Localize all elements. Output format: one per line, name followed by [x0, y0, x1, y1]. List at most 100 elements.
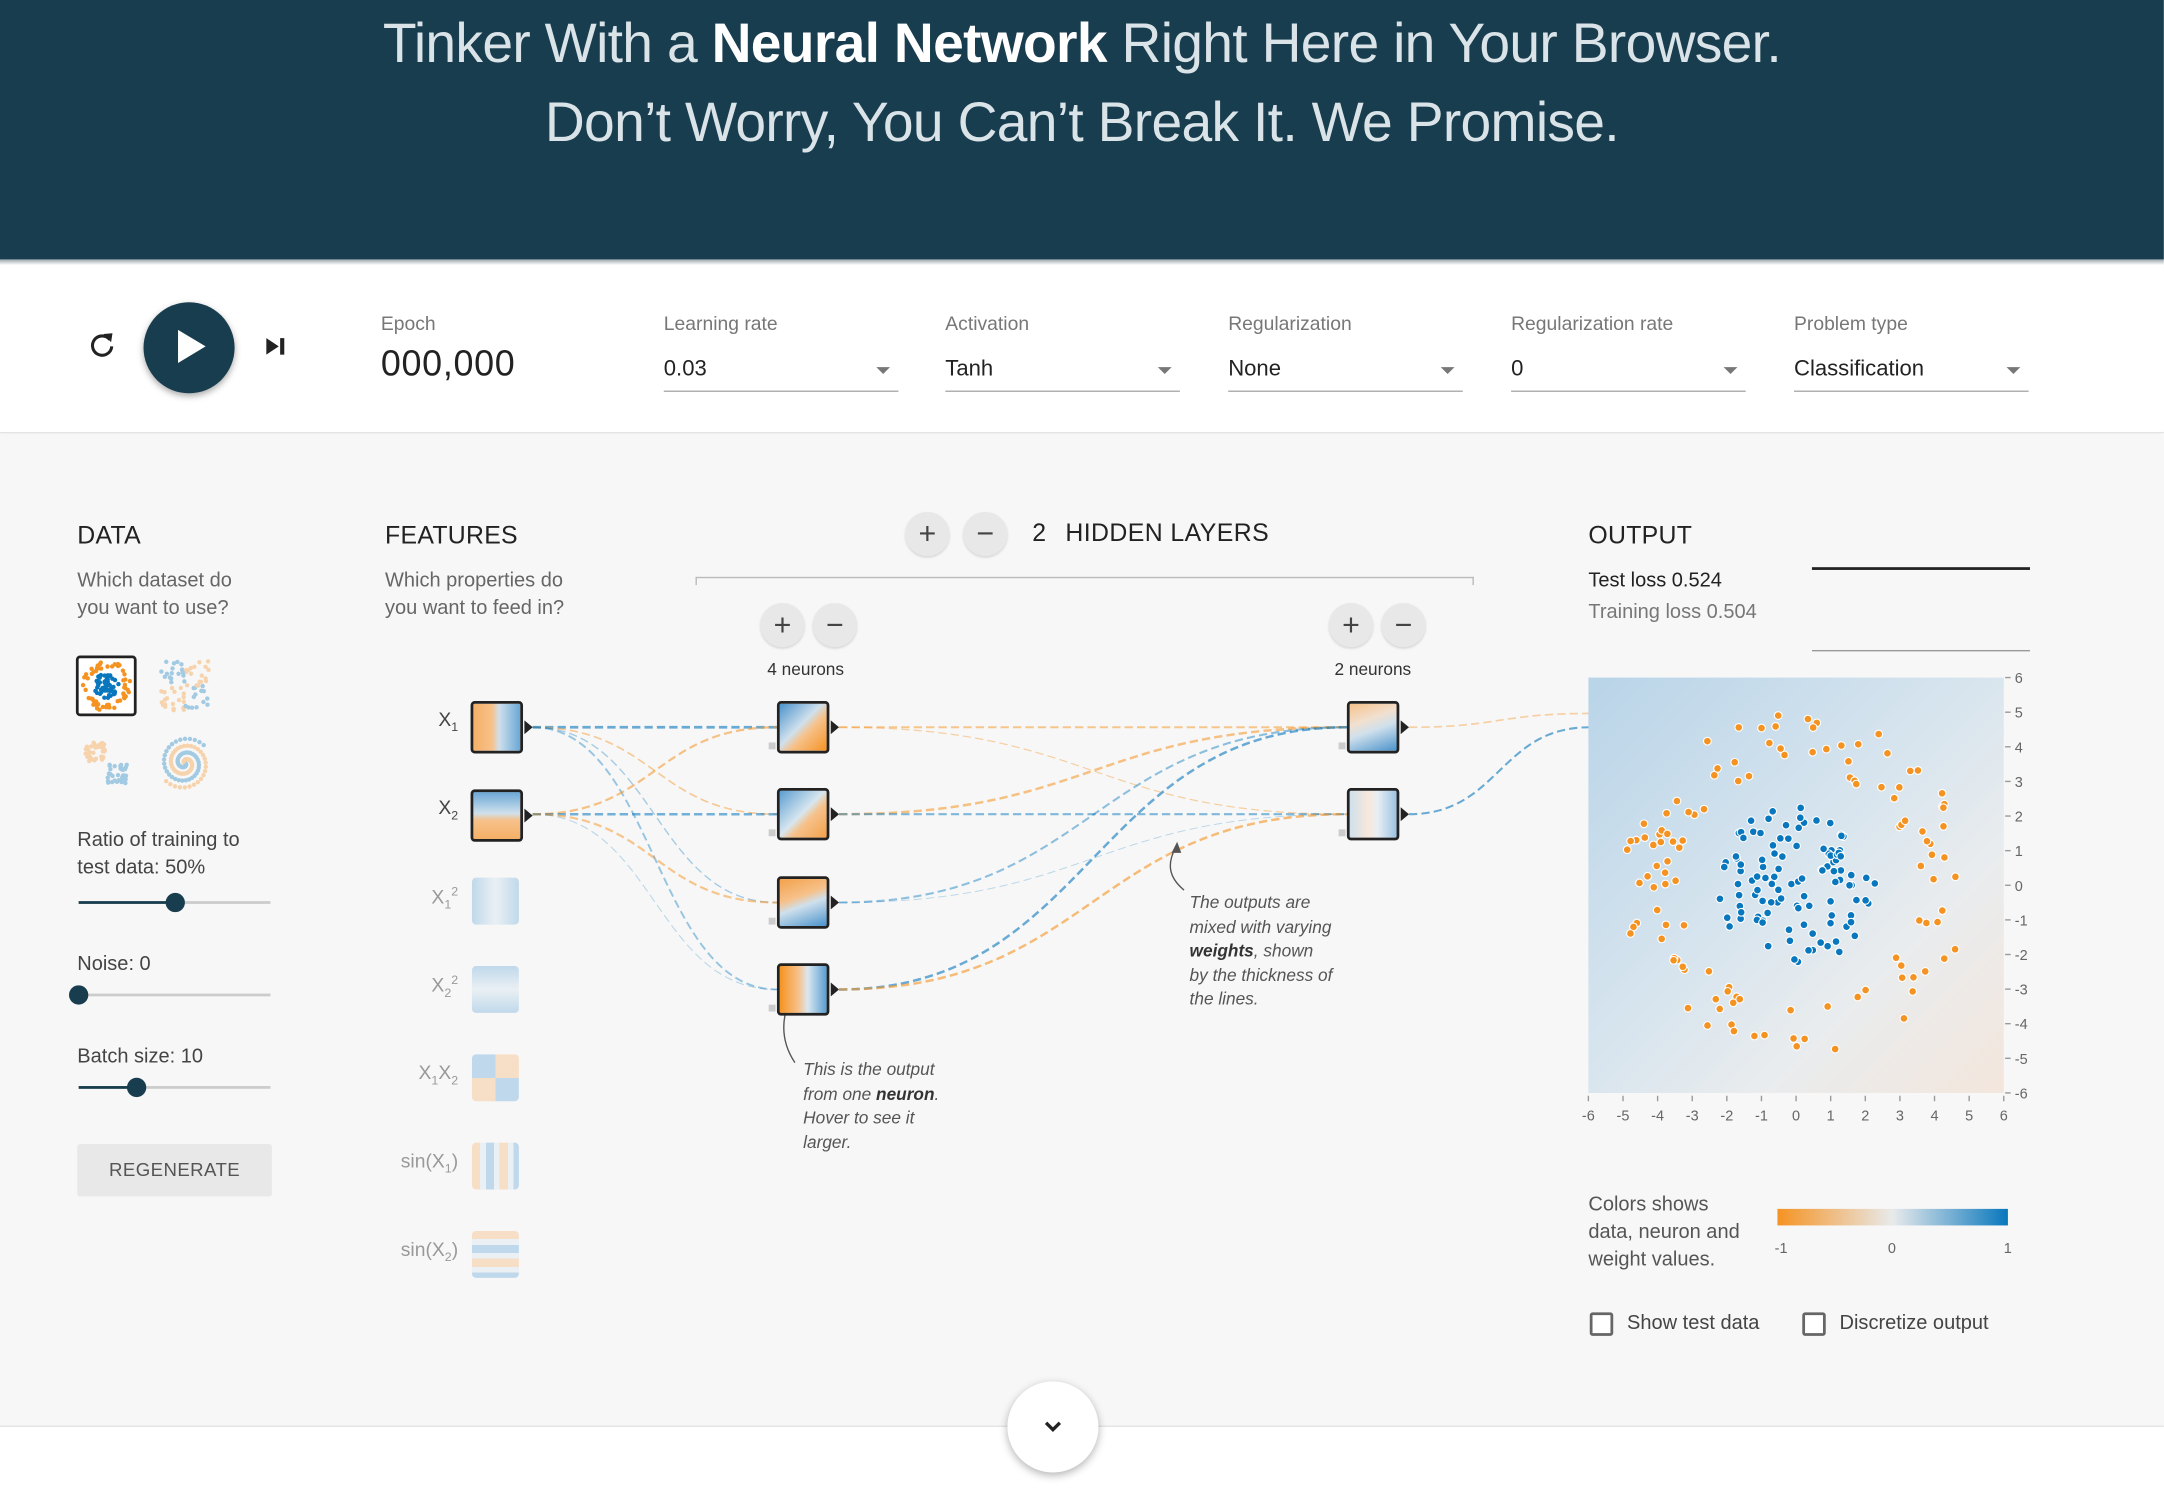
hidden-neuron-l2-1[interactable]	[1346, 701, 1400, 754]
data-point-blue	[1739, 833, 1748, 843]
neuron-bias-marker	[1338, 742, 1346, 750]
data-point-orange	[1662, 808, 1671, 818]
learning-rate-select[interactable]: 0.03	[663, 351, 899, 392]
data-point-blue	[1845, 880, 1854, 890]
step-forward-icon[interactable]	[264, 335, 289, 357]
data-point-blue	[1846, 917, 1856, 927]
data-point-blue	[1758, 862, 1768, 872]
data-point-orange	[1704, 966, 1714, 976]
feature-node-x2sq[interactable]	[471, 966, 519, 1013]
weight-link[interactable]	[532, 813, 777, 991]
data-point-blue	[1736, 907, 1746, 917]
hidden-neuron-l1-3[interactable]	[776, 876, 830, 929]
data-point-blue	[1715, 894, 1725, 904]
data-point-blue	[1731, 852, 1741, 861]
data-point-orange	[1937, 906, 1947, 915]
data-point-orange	[1908, 987, 1918, 996]
data-point-blue	[1826, 918, 1835, 928]
output-link[interactable]	[1408, 726, 1590, 816]
data-point-orange	[1773, 711, 1783, 720]
data-point-orange	[1951, 872, 1960, 882]
data-point-blue	[1761, 873, 1770, 883]
weights-note: The outputs are mixed with varying weigh…	[1189, 892, 1333, 1009]
weight-link[interactable]	[532, 726, 777, 904]
data-point-blue	[1817, 866, 1827, 875]
feature-node-sin1[interactable]	[471, 1142, 519, 1190]
data-point-orange	[1929, 874, 1938, 884]
hidden-neuron-l1-4[interactable]	[776, 963, 830, 1016]
data-point-orange	[1821, 744, 1831, 754]
color-scale-max: 1	[2003, 1240, 2012, 1258]
discretize-output-label[interactable]: Discretize output	[1840, 1312, 1989, 1334]
data-point-blue	[1775, 833, 1785, 843]
data-point-orange	[1853, 992, 1863, 1002]
data-point-orange	[1900, 816, 1910, 826]
data-point-orange	[1652, 905, 1662, 915]
regularization-rate-select[interactable]: 0	[1511, 351, 1746, 392]
annotation-arrowhead	[1171, 841, 1182, 853]
regularization-label: Regularization	[1228, 311, 1352, 334]
neuron-output-arrow	[830, 807, 840, 822]
problem-type-select[interactable]: Classification	[1794, 351, 2029, 392]
data-point-orange	[1683, 1003, 1693, 1013]
data-point-blue	[1736, 860, 1746, 870]
show-test-data-checkbox[interactable]	[1589, 1312, 1614, 1336]
y-tick-label: 6	[2015, 671, 2023, 687]
data-point-orange	[1660, 868, 1670, 878]
data-point-orange	[1663, 856, 1672, 866]
data-point-orange	[1803, 714, 1813, 724]
y-tick-label: -3	[2015, 983, 2028, 999]
hero-title-line1: Tinker With a Neural Network Right Here …	[382, 13, 1782, 75]
data-point-blue	[1785, 936, 1795, 946]
feature-node-x1[interactable]	[470, 701, 524, 754]
data-point-orange	[1635, 878, 1644, 888]
show-test-data-label[interactable]: Show test data	[1627, 1312, 1759, 1334]
regularization-select[interactable]: None	[1228, 351, 1463, 392]
feature-node-x1sq[interactable]	[471, 877, 519, 925]
epoch-value: 000,000	[380, 342, 516, 384]
data-point-blue	[1777, 852, 1787, 862]
feature-node-x1x2[interactable]	[471, 1054, 519, 1102]
scroll-down-button[interactable]	[1007, 1381, 1099, 1473]
data-point-blue	[1829, 866, 1839, 876]
loss-chart-test-line	[1811, 567, 2030, 570]
data-point-orange	[1678, 962, 1688, 972]
weight-link[interactable]	[839, 726, 1347, 816]
reset-icon[interactable]	[86, 328, 119, 361]
feature-node-x2[interactable]	[470, 789, 524, 842]
data-point-orange	[1883, 748, 1892, 758]
weight-link[interactable]	[532, 726, 777, 991]
feature-label-x1: X1	[438, 707, 459, 734]
y-tick-label: -5	[2015, 1052, 2028, 1068]
feature-node-arrow	[524, 720, 533, 735]
data-point-orange	[1836, 741, 1846, 750]
neuron-bias-marker	[768, 742, 776, 750]
feature-node-sin2[interactable]	[471, 1230, 519, 1278]
weight-link[interactable]	[839, 813, 1347, 904]
weight-link[interactable]	[839, 726, 1347, 815]
chevron-down-icon	[1440, 367, 1455, 374]
data-point-orange	[1672, 796, 1682, 806]
data-point-blue	[1831, 937, 1841, 946]
discretize-output-checkbox[interactable]	[1802, 1312, 1826, 1336]
test-loss: Test loss 0.524	[1588, 569, 1722, 593]
x-tick-label: 4	[1930, 1109, 1938, 1125]
hidden-neuron-l1-2[interactable]	[776, 787, 830, 841]
feature-node-arrow	[524, 808, 533, 823]
x-tick-label: 2	[1861, 1109, 1869, 1125]
data-point-blue	[1834, 947, 1844, 957]
weight-link[interactable]	[532, 726, 777, 816]
neuron-output-arrow	[830, 720, 840, 735]
data-point-orange	[1660, 879, 1670, 889]
data-point-orange	[1877, 782, 1886, 792]
data-point-orange	[1733, 776, 1743, 786]
hidden-neuron-l2-2[interactable]	[1346, 787, 1400, 841]
data-point-orange	[1749, 1031, 1759, 1041]
color-scale-mid: 0	[1887, 1240, 1896, 1258]
output-link[interactable]	[1408, 712, 1590, 729]
data-point-blue	[1846, 870, 1856, 880]
activation-select[interactable]: Tanh	[945, 351, 1180, 392]
hidden-neuron-l1-1[interactable]	[776, 701, 830, 754]
output-heatmap-plot[interactable]: -6 -5 -4 -3 -2 -1 0 1 2 3 4 5 6 6 5 4 3 2 1 0 -1 -2 -3 -4 -5 -6	[1573, 667, 2042, 1136]
data-point-orange	[1668, 837, 1678, 846]
